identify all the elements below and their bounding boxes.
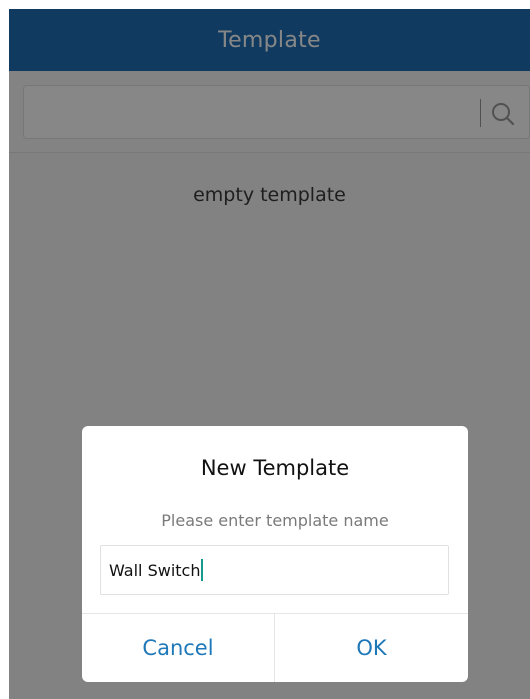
dialog-title: New Template [200,456,350,480]
app-screen: Template empty template New Template Ple… [9,9,530,699]
text-caret [201,559,204,581]
template-name-value: Wall Switch [109,560,201,580]
cancel-button[interactable]: Cancel [82,614,274,682]
ok-button[interactable]: OK [275,614,468,682]
dialog-subtitle: Please enter template name [161,511,389,530]
new-template-dialog: New Template Please enter template name … [82,426,468,682]
template-name-input[interactable]: Wall Switch [100,545,449,595]
